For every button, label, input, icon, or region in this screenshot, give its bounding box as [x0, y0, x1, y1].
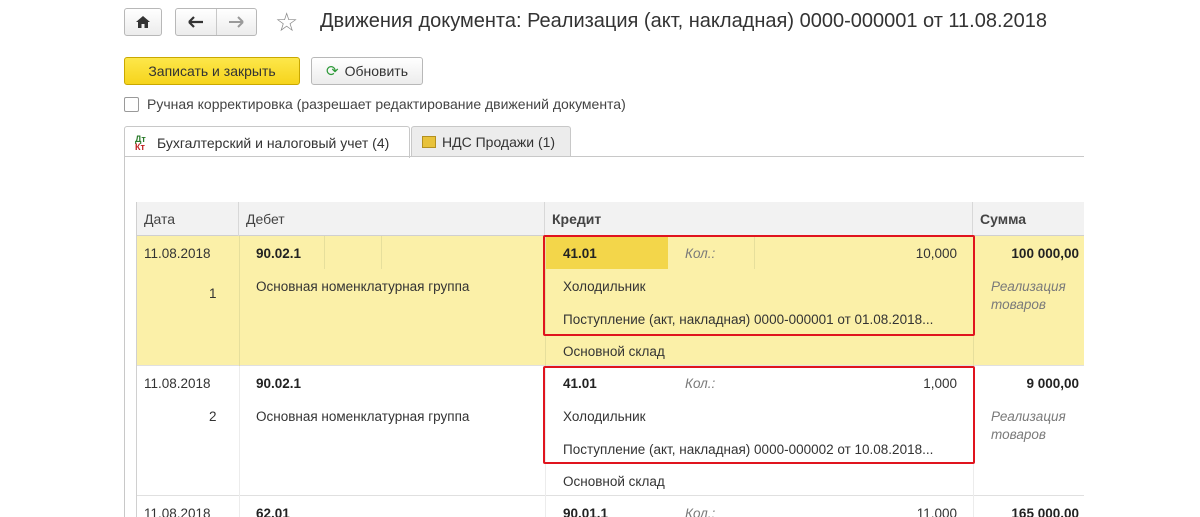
debit-account: 90.02.1 — [256, 376, 302, 391]
credit-account: 41.01 — [563, 246, 597, 261]
manual-correction-checkbox[interactable] — [124, 96, 139, 112]
column-credit[interactable]: Кредит — [545, 202, 973, 236]
sum-note: товаров — [991, 297, 1046, 312]
debit-account: 62.01 — [256, 506, 290, 517]
credit-account: 90.01.1 — [563, 506, 609, 517]
page-title: Движения документа: Реализация (акт, нак… — [320, 10, 1048, 32]
tab-accounting-label: Бухгалтерский и налоговый учет (4) — [157, 134, 390, 151]
date-cell: 11.08.2018 — [144, 506, 211, 517]
tab-vat-sales-label: НДС Продажи (1) — [442, 134, 556, 150]
vat-icon — [422, 136, 436, 148]
credit-account: 41.01 — [563, 376, 597, 391]
history-navigation — [175, 8, 257, 36]
dt-kt-icon: Дт Кт — [135, 133, 146, 152]
refresh-icon: ⟳ — [326, 63, 339, 80]
date-cell: 11.08.2018 — [144, 376, 211, 391]
star-icon[interactable]: ☆ — [275, 8, 298, 36]
quantity-label: Кол.: — [685, 246, 716, 261]
home-icon — [136, 16, 150, 28]
column-debit[interactable]: Дебет — [239, 202, 545, 236]
date-cell: 11.08.2018 — [144, 246, 211, 261]
arrow-right-icon — [229, 16, 244, 28]
column-sum[interactable]: Сумма — [973, 202, 1084, 236]
quantity-label: Кол.: — [685, 506, 716, 517]
credit-subconto-batch: Поступление (акт, накладная) 0000-000001… — [563, 312, 934, 327]
tab-vat-sales[interactable]: НДС Продажи (1) — [411, 126, 571, 157]
quantity-value: 1,000 — [923, 376, 957, 391]
quantity-value: 11,000 — [916, 506, 957, 517]
column-date[interactable]: Дата — [137, 202, 239, 236]
credit-subconto-warehouse: Основной склад — [563, 344, 665, 359]
row-number: 2 — [209, 409, 217, 424]
manual-correction-label: Ручная корректировка (разрешает редактир… — [147, 96, 626, 112]
table-row[interactable]: 11.08.2018 62.01 90.01.1 Кол.: 11,000 16… — [137, 496, 1084, 517]
credit-subconto-batch: Поступление (акт, накладная) 0000-000002… — [563, 442, 934, 457]
quantity-value: 10,000 — [915, 246, 957, 261]
forward-button[interactable] — [216, 9, 256, 35]
sum-note: товаров — [991, 427, 1046, 442]
sum-value: 100 000,00 — [1011, 246, 1079, 261]
table-header: Дата Дебет Кредит Сумма — [137, 202, 1084, 236]
sum-note: Реализация — [991, 279, 1066, 294]
table-row[interactable]: 11.08.2018 2 90.02.1 Основная номенклату… — [137, 366, 1084, 496]
sum-value: 9 000,00 — [1026, 376, 1079, 391]
panel-border — [124, 157, 125, 517]
credit-subconto-item: Холодильник — [563, 279, 646, 294]
quantity-label: Кол.: — [685, 376, 716, 391]
movements-table: Дата Дебет Кредит Сумма 11.08.2018 1 90.… — [136, 202, 1084, 517]
manual-correction-row: Ручная корректировка (разрешает редактир… — [124, 96, 626, 112]
row-number: 1 — [209, 286, 217, 301]
arrow-left-icon — [187, 16, 203, 28]
refresh-button[interactable]: ⟳ Обновить — [311, 57, 423, 85]
refresh-label: Обновить — [344, 63, 408, 79]
credit-subconto-warehouse: Основной склад — [563, 474, 665, 489]
credit-subconto-item: Холодильник — [563, 409, 646, 424]
sum-note: Реализация — [991, 409, 1066, 424]
table-row[interactable]: 11.08.2018 1 90.02.1 Основная номенклату… — [137, 236, 1084, 366]
back-button[interactable] — [176, 9, 216, 35]
tabs-divider — [124, 156, 1084, 157]
sum-value: 165 000,00 — [1011, 506, 1079, 517]
tab-accounting[interactable]: Дт Кт Бухгалтерский и налоговый учет (4) — [124, 126, 410, 158]
save-and-close-button[interactable]: Записать и закрыть — [124, 57, 300, 85]
debit-account: 90.02.1 — [256, 246, 302, 261]
debit-subconto: Основная номенклатурная группа — [256, 279, 470, 294]
debit-subconto: Основная номенклатурная группа — [256, 409, 470, 424]
home-button[interactable] — [124, 8, 162, 36]
